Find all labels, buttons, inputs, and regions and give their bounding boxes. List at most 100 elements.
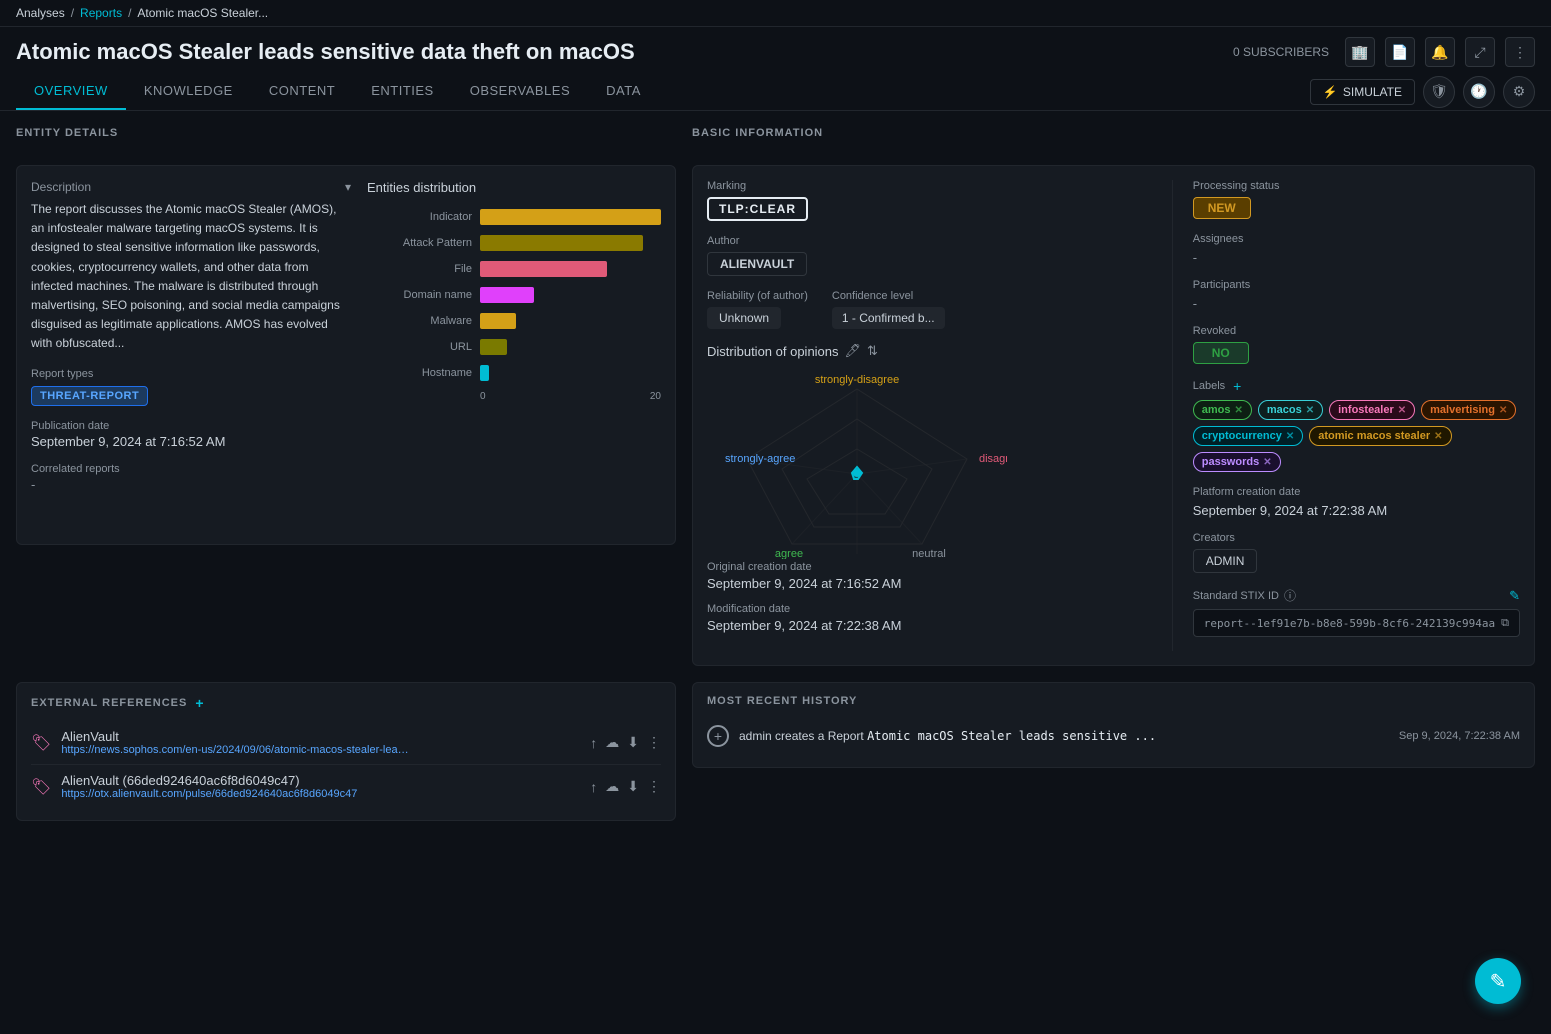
ext-ref-upload-btn[interactable]: ↑ [590, 735, 597, 751]
expand-icon-btn[interactable]: ⤢ [1465, 37, 1495, 67]
revoked-label: Revoked [1193, 325, 1520, 337]
tag-icon: 🏷 [31, 777, 51, 797]
bar-label: Indicator [367, 211, 472, 223]
confidence-value: 1 - Confirmed b... [832, 307, 945, 329]
remove-label-icon[interactable]: ✕ [1263, 457, 1271, 468]
ext-ref-url[interactable]: https://otx.alienvault.com/pulse/66ded92… [61, 788, 411, 800]
remove-label-icon[interactable]: ✕ [1398, 405, 1406, 416]
clock-round-btn[interactable]: 🕐 [1463, 76, 1495, 108]
bell-icon-btn[interactable]: 🔔 [1425, 37, 1455, 67]
chevron-down-icon[interactable]: ▾ [345, 180, 351, 194]
simulate-icon: ⚡ [1323, 85, 1338, 99]
edit-stix-icon[interactable]: ✎ [1509, 588, 1520, 604]
remove-label-icon[interactable]: ✕ [1306, 405, 1314, 416]
participants-field: Participants - [1193, 279, 1520, 311]
axis-start: 0 [480, 391, 486, 402]
bar-label: URL [367, 341, 472, 353]
bar-row: Indicator [367, 209, 661, 225]
breadcrumb-sep1: / [71, 6, 74, 20]
creators-value: ADMIN [1193, 549, 1258, 573]
history-text: admin creates a Report Atomic macOS Stea… [739, 729, 1389, 743]
bar-fill [480, 261, 607, 277]
ext-ref-url[interactable]: https://news.sophos.com/en-us/2024/09/06… [61, 744, 411, 756]
distribution-label: Distribution of opinions [707, 344, 839, 359]
platform-creation-field: Platform creation date September 9, 2024… [1193, 486, 1520, 518]
more-icon-btn[interactable]: ⋮ [1505, 37, 1535, 67]
fab-edit-button[interactable]: ✎ [1475, 958, 1521, 1004]
tab-observables[interactable]: OBSERVABLES [452, 73, 588, 110]
main-content: ENTITY DETAILS Description ▾ The report … [0, 111, 1551, 682]
radar-chart: strongly-disagree disagree neutral agree… [707, 369, 1007, 549]
labels-field: Labels + amos ✕macos ✕infostealer ✕malve… [1193, 378, 1520, 472]
assignees-field: Assignees - [1193, 233, 1520, 265]
ext-ref-more-btn[interactable]: ⋮ [647, 778, 661, 795]
report-type-tag: THREAT-REPORT [31, 386, 148, 406]
left-panel: ENTITY DETAILS Description ▾ The report … [16, 127, 676, 666]
bar-label: Domain name [367, 289, 472, 301]
ext-ref-more-btn[interactable]: ⋮ [647, 734, 661, 751]
bar-track [480, 313, 661, 329]
svg-text:strongly-disagree: strongly-disagree [815, 374, 899, 386]
distribution-edit-icon[interactable]: 🖊 [845, 343, 862, 359]
tab-content[interactable]: CONTENT [251, 73, 353, 110]
add-external-ref-button[interactable]: + [195, 695, 204, 711]
ext-ref-cloud-up-btn[interactable]: ☁ [605, 734, 619, 751]
labels-label: Labels [1193, 380, 1225, 392]
confidence-label: Confidence level [832, 290, 945, 302]
basic-info-section-label: BASIC INFORMATION [692, 127, 1535, 139]
bottom-left: EXTERNAL REFERENCES + 🏷 AlienVault https… [16, 682, 676, 821]
bar-track [480, 339, 661, 355]
info-icon[interactable]: ⓘ [1284, 587, 1296, 604]
stix-id-label: Standard STIX ID [1193, 590, 1279, 602]
author-badge: ALIENVAULT [707, 252, 807, 276]
copy-stix-icon[interactable]: ⧉ [1501, 616, 1509, 630]
gear-round-btn[interactable]: ⚙ [1503, 76, 1535, 108]
platform-creation-value: September 9, 2024 at 7:22:38 AM [1193, 503, 1520, 518]
tab-knowledge[interactable]: KNOWLEDGE [126, 73, 251, 110]
distribution-share-icon[interactable]: ⇅ [867, 343, 878, 359]
proc-status-value: NEW [1193, 197, 1251, 219]
ext-ref-cloud-down-btn[interactable]: ⬇ [627, 778, 639, 795]
external-references-list: 🏷 AlienVault https://news.sophos.com/en-… [31, 721, 661, 808]
building-icon-btn[interactable]: 🏢 [1345, 37, 1375, 67]
tab-entities[interactable]: ENTITIES [353, 73, 452, 110]
entity-details-card: Description ▾ The report discusses the A… [16, 165, 676, 545]
original-creation-label: Original creation date [707, 561, 1152, 573]
tlp-badge: TLP:CLEAR [707, 197, 808, 221]
add-label-button[interactable]: + [1233, 378, 1241, 394]
svg-text:strongly-agree: strongly-agree [725, 453, 795, 465]
remove-label-icon[interactable]: ✕ [1234, 405, 1242, 416]
external-reference-item: 🏷 AlienVault (66ded924640ac6f8d6049c47) … [31, 765, 661, 808]
stix-id-value: report--1ef91e7b-b8e8-599b-8cf6-242139c9… [1204, 617, 1495, 630]
basic-info-right: Processing status NEW Assignees - Partic… [1172, 180, 1520, 651]
stix-id-field: Standard STIX ID ⓘ ✎ report--1ef91e7b-b8… [1193, 587, 1520, 637]
bar-label: Attack Pattern [367, 237, 472, 249]
external-references-header: EXTERNAL REFERENCES + [31, 695, 661, 711]
reliability-label: Reliability (of author) [707, 290, 808, 302]
ext-ref-cloud-up-btn[interactable]: ☁ [605, 778, 619, 795]
axis-end: 20 [650, 391, 661, 402]
breadcrumb-analyses[interactable]: Analyses [16, 6, 65, 20]
modification-label: Modification date [707, 603, 1152, 615]
shield-round-btn[interactable]: 🛡 [1423, 76, 1455, 108]
simulate-button[interactable]: ⚡ SIMULATE [1310, 79, 1415, 105]
bar-axis: 0 20 [480, 391, 661, 402]
label-tag: cryptocurrency ✕ [1193, 426, 1303, 446]
participants-value: - [1193, 296, 1197, 311]
tab-data[interactable]: DATA [588, 73, 659, 110]
ext-ref-upload-btn[interactable]: ↑ [590, 779, 597, 795]
remove-label-icon[interactable]: ✕ [1434, 431, 1442, 442]
remove-label-icon[interactable]: ✕ [1499, 405, 1507, 416]
remove-label-icon[interactable]: ✕ [1286, 431, 1294, 442]
bar-label: Malware [367, 315, 472, 327]
tabs-right: ⚡ SIMULATE 🛡 🕐 ⚙ [1310, 76, 1535, 108]
breadcrumb-reports[interactable]: Reports [80, 6, 122, 20]
publication-date-label: Publication date [31, 420, 351, 432]
tab-overview[interactable]: OVERVIEW [16, 73, 126, 110]
file-icon-btn[interactable]: 📄 [1385, 37, 1415, 67]
bar-row: Attack Pattern [367, 235, 661, 251]
bar-label: Hostname [367, 367, 472, 379]
history-plus-icon: + [707, 725, 729, 747]
ext-ref-cloud-down-btn[interactable]: ⬇ [627, 734, 639, 751]
description-label: Description [31, 180, 91, 194]
